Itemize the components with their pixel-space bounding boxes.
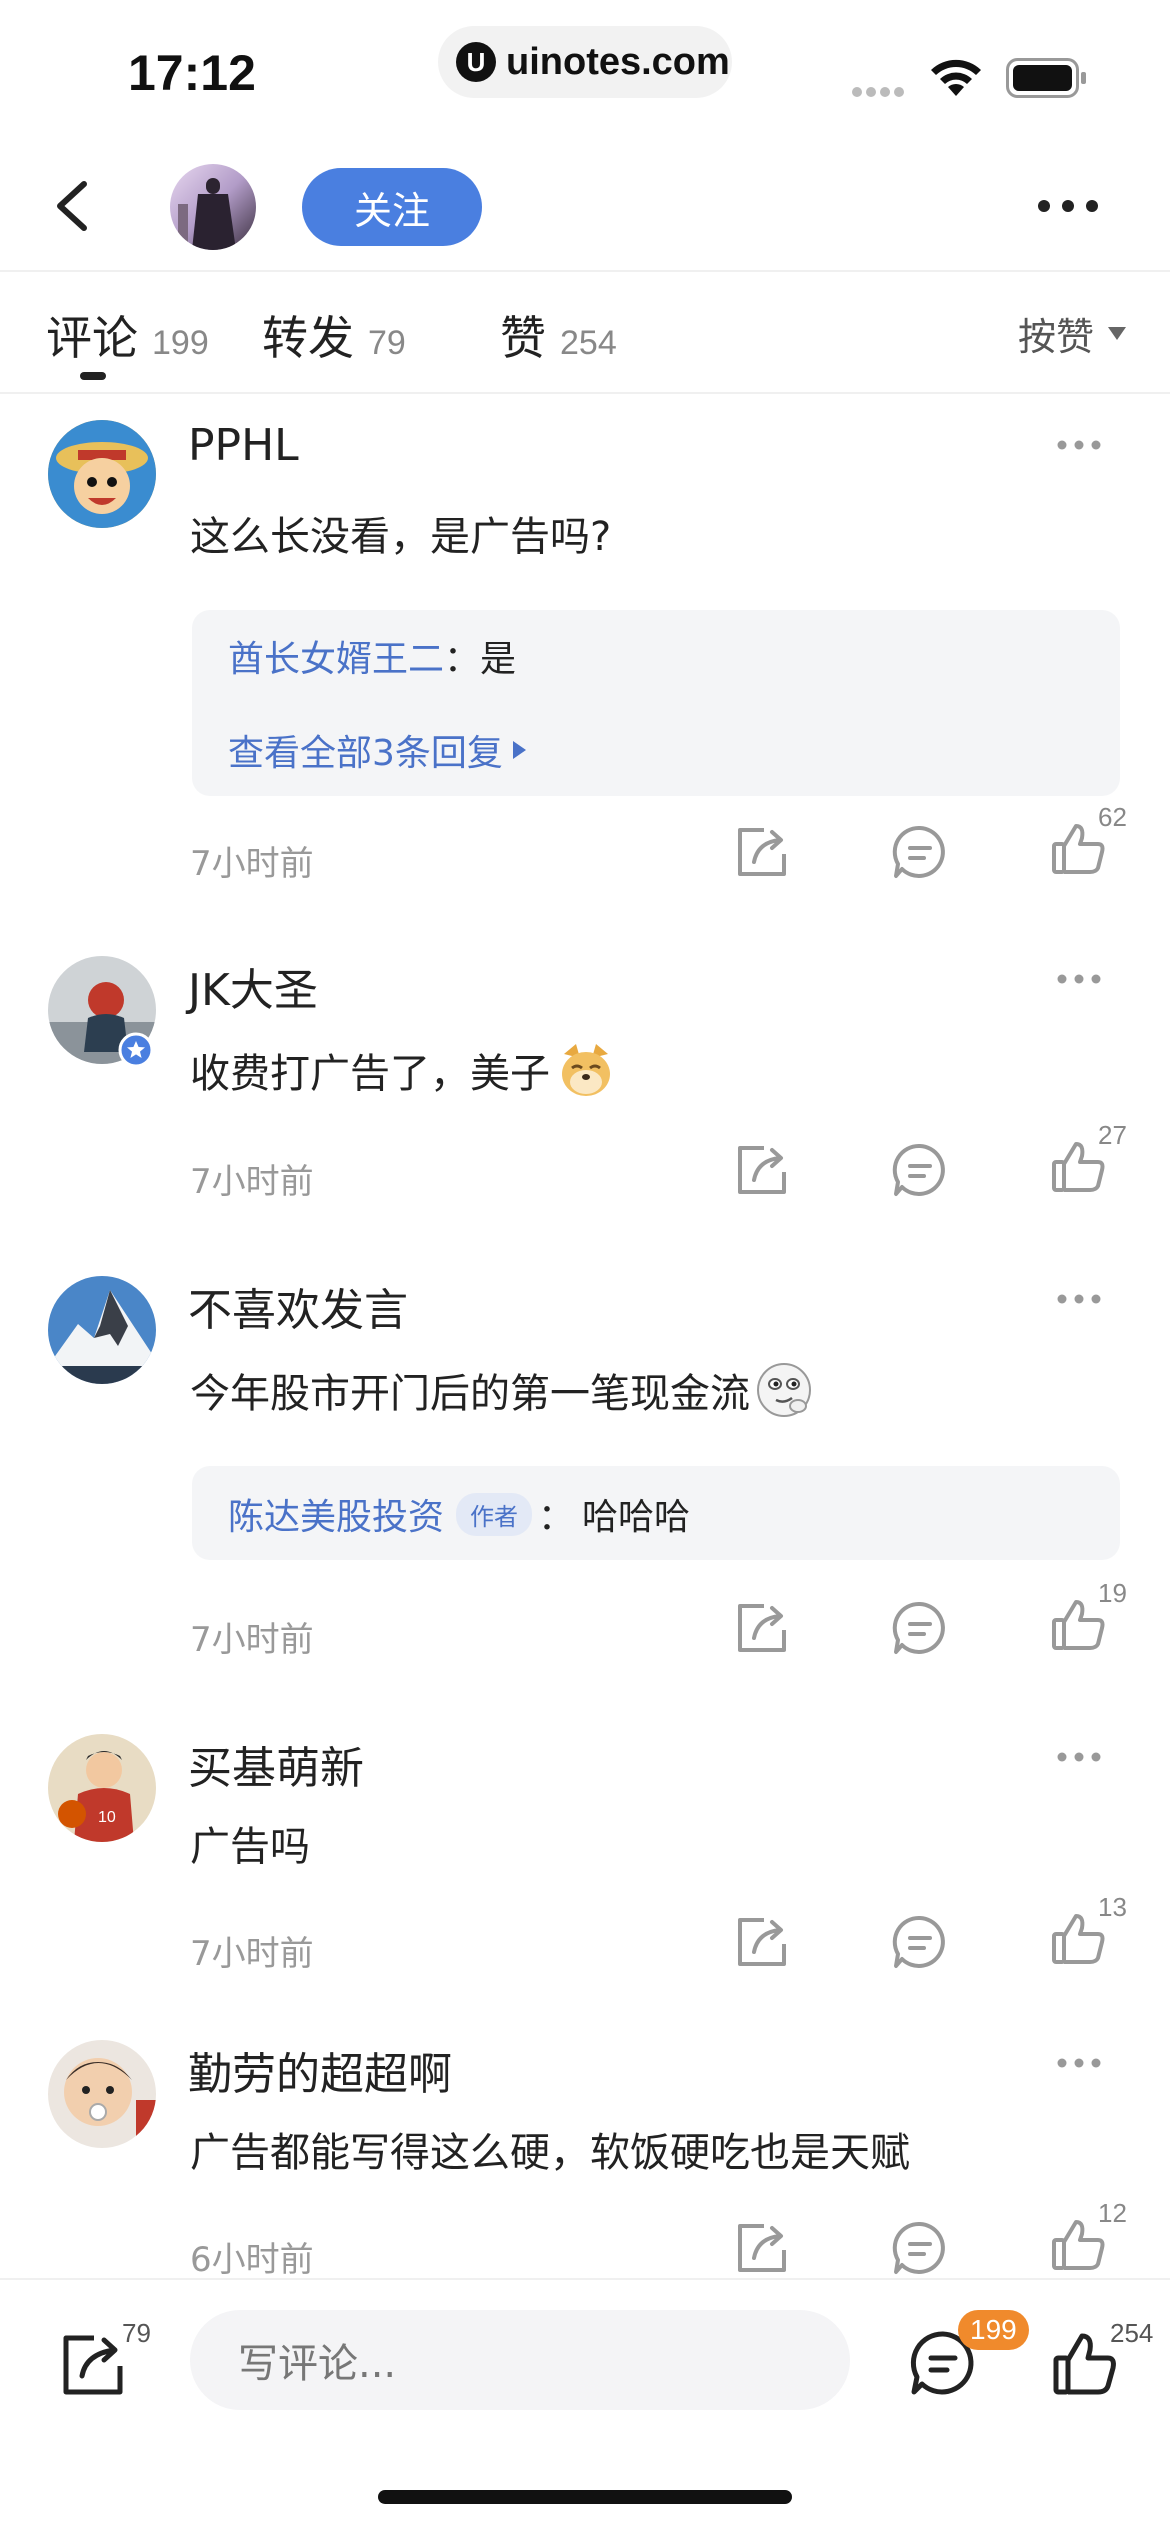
share-icon[interactable]	[734, 1600, 790, 1656]
tab-count: 79	[368, 324, 406, 362]
comment-time: 7小时前	[190, 844, 314, 884]
tab-label: 赞	[500, 311, 546, 365]
comment-time: 6小时前	[190, 2240, 314, 2280]
view-all-label: 查看全部3条回复	[228, 733, 503, 774]
comment-author[interactable]: 买基萌新	[188, 1732, 364, 1796]
avatar[interactable]: 10	[48, 1734, 156, 1842]
follow-button[interactable]: 关注	[302, 168, 482, 246]
like-count: 19	[1098, 1578, 1127, 1608]
reply-separator: ：	[444, 639, 481, 680]
reply-line: 酋长女婿王二 ： 是	[228, 630, 516, 682]
comment-count-badge: 199	[958, 2310, 1029, 2350]
more-icon[interactable]	[1036, 196, 1100, 216]
verified-badge-icon	[118, 1032, 154, 1068]
signal-icon	[852, 82, 912, 97]
tab-likes[interactable]: 赞 254	[500, 302, 617, 368]
comment-more-icon[interactable]	[1056, 1750, 1102, 1764]
battery-icon	[1006, 58, 1086, 98]
comment-text: 收费打广告了，美子	[190, 1051, 550, 1097]
like-count: 62	[1098, 802, 1127, 832]
comment-text: 广告都能写得这么硬，软饭硬吃也是天赋	[190, 2130, 910, 2176]
reply-author[interactable]: 陈达美股投资	[228, 1488, 444, 1540]
tab-active-indicator	[80, 372, 106, 380]
author-avatar[interactable]	[170, 164, 256, 250]
comment-time: 7小时前	[190, 1620, 314, 1660]
reply-text: 哈哈哈	[582, 1497, 691, 1538]
reply-author[interactable]: 酋长女婿王二	[228, 630, 444, 682]
tab-count: 199	[152, 324, 209, 362]
share-icon[interactable]	[734, 1914, 790, 1970]
comment-input[interactable]: 写评论...	[190, 2310, 850, 2410]
doge-emoji-icon	[562, 1044, 610, 1096]
tab-comments[interactable]: 评论 199	[46, 302, 209, 368]
wifi-icon	[931, 59, 981, 96]
comment-text-row: 今年股市开门后的第一笔现金流	[190, 1360, 814, 1420]
comment-more-icon[interactable]	[1056, 1292, 1102, 1306]
comment-text: 这么长没看，是广告吗?	[190, 514, 612, 560]
site-logo-icon: U	[456, 42, 496, 82]
comment-text: 今年股市开门后的第一笔现金流	[190, 1371, 750, 1417]
reply-box[interactable]: 酋长女婿王二 ： 是 查看全部3条回复	[192, 610, 1120, 796]
reply-text: 是	[480, 639, 517, 680]
reply-icon[interactable]	[892, 824, 948, 880]
avatar[interactable]	[48, 1276, 156, 1384]
reply-icon[interactable]	[892, 1914, 948, 1970]
back-icon[interactable]	[42, 174, 102, 238]
repost-icon[interactable]	[60, 2332, 126, 2398]
author-tag: 作者	[456, 1492, 533, 1536]
comment-text-row: 收费打广告了，美子	[190, 1040, 616, 1100]
tab-reposts[interactable]: 转发 79	[262, 302, 406, 368]
share-icon[interactable]	[734, 2220, 790, 2276]
comment-more-icon[interactable]	[1056, 2056, 1102, 2070]
view-all-replies-link[interactable]: 查看全部3条回复	[228, 724, 526, 776]
like-count: 12	[1098, 2198, 1127, 2228]
sort-dropdown[interactable]: 按赞	[1018, 306, 1126, 361]
reply-icon[interactable]	[892, 1600, 948, 1656]
comment-author[interactable]: JK大圣	[188, 954, 318, 1018]
like-count: 254	[1110, 2318, 1154, 2348]
comment-author[interactable]: 勤劳的超超啊	[188, 2038, 452, 2102]
reply-icon[interactable]	[892, 2220, 948, 2276]
reply-box[interactable]: 陈达美股投资 作者 ： 哈哈哈	[192, 1466, 1120, 1560]
svg-text:10: 10	[98, 1809, 116, 1826]
caret-down-icon	[1108, 327, 1126, 340]
avatar[interactable]	[48, 420, 156, 528]
home-indicator[interactable]	[378, 2490, 792, 2504]
avatar[interactable]	[48, 2040, 156, 2148]
comment-author[interactable]: 不喜欢发言	[188, 1274, 408, 1338]
comment-author[interactable]: PPHL	[188, 420, 299, 471]
tab-label: 评论	[46, 311, 138, 365]
status-time: 17:12	[128, 45, 256, 101]
like-count: 27	[1098, 1120, 1127, 1150]
share-icon[interactable]	[734, 1142, 790, 1198]
status-bar: 17:12 U uinotes.com	[0, 0, 1170, 140]
sort-label: 按赞	[1017, 315, 1094, 359]
reply-icon[interactable]	[892, 1142, 948, 1198]
comment-text: 广告吗	[190, 1824, 310, 1870]
like-icon[interactable]	[1052, 2330, 1118, 2396]
tab-count: 254	[560, 324, 617, 362]
tab-bar: 评论 199 转发 79 赞 254 按赞	[0, 274, 1170, 394]
url-text: uinotes.com	[506, 40, 730, 83]
repost-count: 79	[122, 2318, 151, 2348]
comment-time: 7小时前	[190, 1162, 314, 1202]
smirk-emoji-icon	[757, 1363, 811, 1417]
share-icon[interactable]	[734, 824, 790, 880]
url-pill[interactable]: U uinotes.com	[438, 26, 732, 98]
reply-separator: ：	[538, 1497, 575, 1538]
comment-more-icon[interactable]	[1056, 438, 1102, 452]
top-nav: 关注	[0, 140, 1170, 272]
triangle-right-icon	[512, 741, 526, 759]
tab-label: 转发	[262, 311, 354, 365]
like-count: 13	[1098, 1892, 1127, 1922]
reply-line: 陈达美股投资 作者 ： 哈哈哈	[228, 1488, 690, 1540]
comment-time: 7小时前	[190, 1934, 314, 1974]
comment-more-icon[interactable]	[1056, 972, 1102, 986]
